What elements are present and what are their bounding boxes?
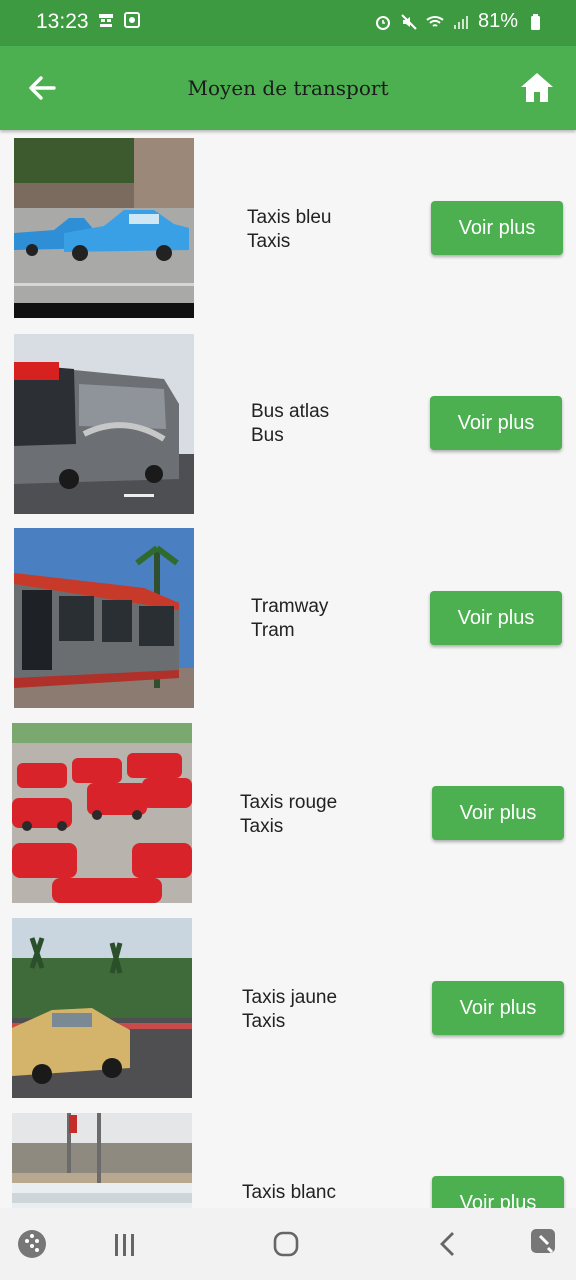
voir-plus-button[interactable]: Voir plus	[431, 201, 563, 255]
recent-apps-icon[interactable]	[112, 1232, 138, 1258]
transport-type: Taxis	[247, 231, 291, 252]
bus-photo	[14, 334, 194, 514]
status-bar: 13:23 81%	[0, 0, 576, 46]
image-icon	[124, 12, 140, 28]
yellow-taxi-photo	[12, 918, 192, 1098]
transport-list: Taxis bleu Taxis Voir plus Bus atlas Bus…	[0, 130, 576, 1208]
accessibility-icon[interactable]	[528, 1226, 560, 1258]
transport-name: Taxis jaune	[242, 987, 338, 1008]
back-chevron-icon[interactable]	[436, 1230, 460, 1258]
transport-type: Bus	[251, 425, 284, 446]
voir-plus-button[interactable]: Voir plus	[430, 396, 562, 450]
blue-taxi-photo	[14, 138, 194, 318]
page-title: Moyen de transport	[187, 76, 389, 100]
home-circle-icon[interactable]	[272, 1230, 300, 1258]
voir-plus-button[interactable]: Voir plus	[432, 786, 564, 840]
transport-name: Taxis rouge	[240, 792, 338, 813]
battery-icon	[531, 13, 540, 30]
game-launcher-icon[interactable]	[16, 1228, 48, 1260]
list-item: Tramway Tram Voir plus	[0, 520, 576, 715]
list-item: Bus atlas Bus Voir plus	[0, 325, 576, 520]
list-item: Taxis blanc Taxis Voir plus	[0, 1105, 576, 1208]
voir-plus-button[interactable]: Voir plus	[432, 981, 564, 1035]
spy-icon	[99, 14, 113, 27]
voir-plus-button[interactable]: Voir plus	[430, 591, 562, 645]
system-nav-bar	[0, 1208, 576, 1280]
home-icon[interactable]	[518, 70, 556, 106]
signal-icon	[453, 15, 468, 29]
tram-photo	[14, 528, 194, 708]
list-item: Taxis rouge Taxis Voir plus	[0, 715, 576, 910]
list-item: Taxis jaune Taxis Voir plus	[0, 910, 576, 1105]
app-bar: Moyen de transport	[0, 46, 576, 130]
transport-type: Taxis	[240, 816, 284, 837]
list-item: Taxis bleu Taxis Voir plus	[0, 130, 576, 325]
mute-icon	[401, 13, 417, 30]
status-time: 13:23	[36, 10, 89, 33]
transport-type: Tram	[251, 620, 295, 641]
red-taxi-photo	[12, 723, 192, 903]
transport-type: Taxis	[242, 1011, 286, 1032]
alarm-icon	[375, 15, 390, 30]
transport-name: Tramway	[251, 596, 329, 617]
white-taxi-photo	[12, 1113, 192, 1208]
transport-name: Taxis blanc	[242, 1182, 336, 1203]
voir-plus-button[interactable]: Voir plus	[432, 1176, 564, 1208]
transport-name: Bus atlas	[251, 401, 330, 422]
battery-percent: 81%	[477, 10, 518, 32]
transport-name: Taxis bleu	[247, 207, 332, 228]
wifi-icon	[426, 15, 444, 27]
